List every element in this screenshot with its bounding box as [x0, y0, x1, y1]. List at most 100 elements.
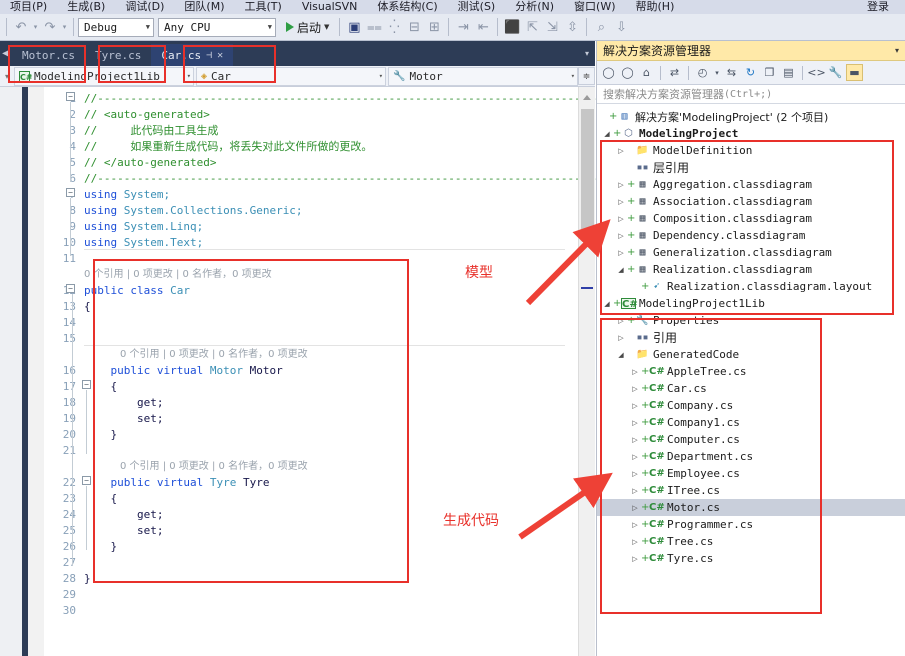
menu-item-visualsvn[interactable]: VisualSVN — [292, 0, 368, 14]
code-editor[interactable]: 1234567891011121314151617181920212223242… — [0, 67, 614, 656]
tree-item[interactable]: ▷ ▪▪ 引用 — [597, 329, 905, 346]
tree-item[interactable]: ▷ + C# Department.cs — [597, 448, 905, 465]
expander-closed-icon[interactable]: ▷ — [629, 504, 641, 512]
decrease-indent-icon[interactable]: ⇤ — [473, 17, 493, 37]
menu-item-debug[interactable]: 调试(D) — [115, 0, 174, 14]
scroll-up-icon[interactable] — [583, 95, 591, 100]
tree-item[interactable]: ▷ + C# Programmer.cs — [597, 516, 905, 533]
expander-closed-icon[interactable]: ▷ — [615, 198, 627, 206]
redo-dropdown-icon[interactable]: ▾ — [60, 17, 69, 37]
tree-item[interactable]: ▷ + ▦ Generalization.classdiagram — [597, 244, 905, 261]
attach-to-process-icon[interactable]: ▣ — [344, 17, 364, 37]
breakpoints-icon[interactable]: ⁛ — [384, 17, 404, 37]
menu-item-architecture[interactable]: 体系结构(C) — [367, 0, 447, 14]
tree-item[interactable]: ▷ + C# ITree.cs — [597, 482, 905, 499]
menu-item-build[interactable]: 生成(B) — [57, 0, 115, 14]
tree-item[interactable]: ▷ + C# Computer.cs — [597, 431, 905, 448]
expander-open-icon[interactable]: ◢ — [615, 351, 627, 359]
sync-with-active-document-icon[interactable]: ⇄ — [666, 64, 683, 81]
tab-car-cs[interactable]: Car.cs ⊣ ✕ — [151, 44, 234, 66]
expander-open-icon[interactable]: ◢ — [615, 266, 627, 274]
show-all-files-icon[interactable]: ❐ — [761, 64, 778, 81]
tree-item[interactable]: ▷ + ▦ Dependency.classdiagram — [597, 227, 905, 244]
expander-closed-icon[interactable]: ▷ — [629, 521, 641, 529]
editor-vertical-scrollbar[interactable]: ≑ — [578, 67, 595, 656]
tab-overflow-icon[interactable]: ▾ — [579, 41, 595, 66]
expander-closed-icon[interactable]: ▷ — [615, 232, 627, 240]
tree-item[interactable]: + ➹ Realization.classdiagram.layout — [597, 278, 905, 295]
menu-item-tools[interactable]: 工具(T) — [235, 0, 292, 14]
chevron-down-icon-se[interactable]: ▾ — [713, 64, 721, 81]
expander-closed-icon[interactable]: ▷ — [629, 453, 641, 461]
bookmark-prev-icon[interactable]: ⇱ — [522, 17, 542, 37]
tree-item[interactable]: ◢ 📁 GeneratedCode — [597, 346, 905, 363]
collapse-all-icon[interactable]: ↻ — [742, 64, 759, 81]
home-icon[interactable]: ⌂ — [638, 64, 655, 81]
preview-icon[interactable]: ▤ — [780, 64, 797, 81]
refresh-icon[interactable]: ⇆ — [723, 64, 740, 81]
fold-glyph-usings[interactable]: − — [66, 188, 75, 197]
expander-closed-icon[interactable]: ▷ — [615, 215, 627, 223]
tree-item[interactable]: ◢ + ▦ Realization.classdiagram — [597, 261, 905, 278]
step-into-icon[interactable]: ⩵ — [364, 17, 384, 37]
undo-dropdown-icon[interactable]: ▾ — [31, 17, 40, 37]
sign-in-button[interactable]: 登录 — [857, 0, 905, 14]
expander-closed-icon[interactable]: ▷ — [629, 436, 641, 444]
expander-closed-icon[interactable]: ▷ — [629, 385, 641, 393]
tree-item[interactable]: ▷ + C# Employee.cs — [597, 465, 905, 482]
properties-window-icon[interactable]: ▬ — [846, 64, 863, 81]
find-icon[interactable]: ⌕ — [591, 17, 611, 37]
tree-item[interactable]: ▷ + C# AppleTree.cs — [597, 363, 905, 380]
expander-closed-icon[interactable]: ▷ — [629, 402, 641, 410]
expander-closed-icon[interactable]: ▷ — [615, 249, 627, 257]
tree-item[interactable]: ▪▪ 层引用 — [597, 159, 905, 176]
scrollbar-thumb[interactable] — [581, 109, 594, 229]
expander-closed-icon[interactable]: ▷ — [629, 419, 641, 427]
navbar-project-dropdown[interactable]: C# ModelingProject1Lib ▾ — [14, 66, 194, 86]
forward-icon[interactable]: ◯ — [619, 64, 636, 81]
undo-icon[interactable]: ↶ — [11, 17, 31, 37]
close-icon[interactable]: ✕ — [217, 50, 223, 61]
expander-closed-icon[interactable]: ▷ — [629, 470, 641, 478]
start-debug-button[interactable]: 启动 ▼ — [280, 19, 335, 36]
solution-platform-combo[interactable]: Any CPU ▼ — [158, 17, 276, 37]
tree-item[interactable]: ▷ + ▦ Composition.classdiagram — [597, 210, 905, 227]
expander-closed-icon[interactable]: ▷ — [615, 334, 627, 342]
fold-glyph-motor-prop[interactable]: − — [82, 380, 91, 389]
bookmark-next-icon[interactable]: ⇲ — [542, 17, 562, 37]
codelens-annotation[interactable]: 0 个引用 | 0 项更改 | 0 名作者，0 项更改 — [84, 459, 577, 475]
panel-menu-icon[interactable]: ▾ — [895, 46, 899, 55]
tree-item[interactable]: ▷ + 🔧 Properties — [597, 312, 905, 329]
expander-closed-icon[interactable]: ▷ — [615, 181, 627, 189]
navbar-type-dropdown[interactable]: ◈ Car ▾ — [196, 66, 386, 86]
tab-tyre-cs[interactable]: Tyre.cs — [84, 44, 152, 66]
solution-tree[interactable]: + ▥ 解决方案'ModelingProject' (2 个项目) ◢ + ⬡ Modeli… — [597, 105, 905, 656]
code-text-area[interactable]: //--------------------------------------… — [84, 91, 614, 656]
tree-item[interactable]: ▷ + C# Company1.cs — [597, 414, 905, 431]
redo-icon[interactable]: ↷ — [40, 17, 60, 37]
codelens-annotation[interactable]: 0 个引用 | 0 项更改 | 0 名作者，0 项更改 — [84, 267, 577, 283]
menu-item-test[interactable]: 测试(S) — [448, 0, 506, 14]
solution-configuration-combo[interactable]: Debug ▼ — [78, 17, 154, 37]
fold-glyph-class[interactable]: − — [66, 284, 75, 293]
navbar-scroll-icon[interactable]: ▾ — [0, 72, 14, 81]
tree-item[interactable]: ▷ 📁 ModelDefinition — [597, 142, 905, 159]
tree-item-selected[interactable]: ▷ + C# Motor.cs — [597, 499, 905, 516]
back-icon[interactable]: ◯ — [600, 64, 617, 81]
properties-icon[interactable]: 🔧 — [827, 64, 844, 81]
codelens-annotation[interactable]: 0 个引用 | 0 项更改 | 0 名作者，0 项更改 — [84, 347, 577, 363]
tree-item[interactable]: ▷ + C# Tyre.cs — [597, 550, 905, 567]
fold-glyph-comment-block[interactable]: − — [66, 92, 75, 101]
tree-item[interactable]: ▷ + ▦ Association.classdiagram — [597, 193, 905, 210]
sort-icon[interactable]: ⇩ — [611, 17, 631, 37]
menu-item-team[interactable]: 团队(M) — [174, 0, 234, 14]
expander-closed-icon[interactable]: ▷ — [629, 555, 641, 563]
expander-closed-icon[interactable]: ▷ — [629, 487, 641, 495]
bookmark-clear-icon[interactable]: ⇳ — [562, 17, 582, 37]
expander-closed-icon[interactable]: ▷ — [615, 147, 627, 155]
editor-split-button[interactable]: ≑ — [578, 67, 595, 85]
menu-item-window[interactable]: 窗口(W) — [564, 0, 625, 14]
code-view-icon[interactable]: <> — [807, 64, 825, 81]
tab-scroll-left-icon[interactable]: ◀ — [0, 41, 12, 66]
expander-open-icon[interactable]: ◢ — [601, 130, 613, 138]
